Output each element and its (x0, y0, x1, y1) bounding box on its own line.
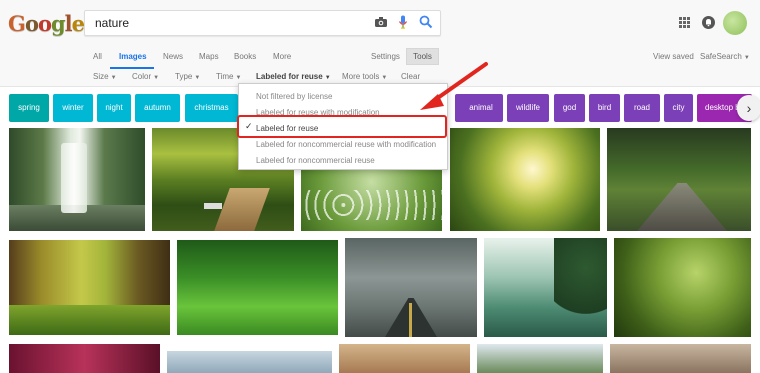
filter-label: Labeled for reuse (256, 72, 323, 81)
active-tab-indicator (110, 67, 154, 69)
filter-usage-rights[interactable]: Labeled for reuse ▼ (256, 72, 331, 81)
image-result-pine-trees[interactable] (477, 344, 603, 373)
safesearch-menu[interactable]: SafeSearch ▼ (700, 52, 750, 61)
filter-label: Size (93, 72, 109, 81)
view-saved-link[interactable]: View saved (653, 52, 694, 61)
filter-label: More tools (342, 72, 380, 81)
annotation-arrow-icon (420, 62, 488, 110)
checkmark-icon: ✓ (245, 121, 253, 131)
chip-god[interactable]: god (554, 94, 585, 122)
search-input[interactable]: nature (95, 11, 129, 35)
settings-link[interactable]: Settings (371, 52, 400, 61)
filter-color[interactable]: Color ▼ (132, 72, 159, 81)
menu-item-noncommercial-reuse[interactable]: Labeled for noncommercial reuse (256, 156, 375, 165)
caret-down-icon: ▼ (153, 75, 160, 81)
chip-road[interactable]: road (624, 94, 660, 122)
caret-down-icon: ▼ (324, 75, 331, 81)
caret-down-icon: ▼ (194, 75, 201, 81)
caret-down-icon: ▼ (743, 55, 750, 61)
chip-city[interactable]: city (664, 94, 693, 122)
chevron-right-icon[interactable]: › (737, 95, 760, 121)
filter-more-tools[interactable]: More tools ▼ (342, 72, 387, 81)
image-result-sunset-clouds[interactable] (339, 344, 470, 373)
image-result-pine-forest[interactable] (9, 240, 170, 335)
chip-night[interactable]: night (97, 94, 131, 122)
tab-news[interactable]: News (163, 52, 183, 61)
chip-autumn[interactable]: autumn (135, 94, 180, 122)
notifications-bell-icon[interactable] (702, 16, 715, 29)
search-icon[interactable] (419, 15, 433, 29)
google-doodle-logo[interactable]: Google (8, 11, 85, 36)
apps-grid-icon[interactable] (679, 17, 690, 28)
chip-wildlife[interactable]: wildlife (507, 94, 549, 122)
image-result-green-park[interactable] (177, 240, 338, 335)
filter-type[interactable]: Type ▼ (175, 72, 200, 81)
filter-label: Type (175, 72, 193, 81)
image-result-moss-closeup[interactable] (614, 238, 751, 337)
chip-christmas[interactable]: christmas (185, 94, 238, 122)
search-box[interactable]: nature (84, 10, 441, 36)
image-result-waterfall[interactable] (9, 128, 145, 231)
filter-size[interactable]: Size ▼ (93, 72, 117, 81)
filter-time[interactable]: Time ▼ (216, 72, 241, 81)
image-result-misty-road[interactable] (345, 238, 477, 337)
avatar[interactable] (723, 11, 747, 35)
image-result-autumn-landscape[interactable] (610, 344, 751, 373)
image-result-palm-beach[interactable] (484, 238, 607, 337)
chip-spring[interactable]: spring (9, 94, 49, 122)
image-result-daisy-field[interactable] (301, 170, 442, 231)
caret-down-icon: ▼ (235, 75, 242, 81)
filter-label: Time (216, 72, 234, 81)
menu-item-not-filtered[interactable]: Not filtered by license (256, 92, 332, 101)
chip-winter[interactable]: winter (53, 94, 93, 122)
image-result-red-flowers[interactable] (9, 344, 160, 373)
safesearch-label: SafeSearch (700, 52, 742, 61)
chip-bird[interactable]: bird (589, 94, 620, 122)
caret-down-icon: ▼ (110, 75, 117, 81)
tab-books[interactable]: Books (234, 52, 256, 61)
header-bar: Google nature All Images News Maps Books… (0, 0, 760, 87)
menu-item-noncommercial-reuse-with-modification[interactable]: Labeled for noncommercial reuse with mod… (256, 140, 436, 149)
image-result-mountain-sky[interactable] (167, 351, 332, 373)
image-result-sunlit-forest[interactable] (450, 128, 600, 231)
filter-label: Color (132, 72, 152, 81)
caret-down-icon: ▼ (381, 75, 388, 81)
tab-more[interactable]: More (273, 52, 291, 61)
selection-highlight-box: ✓ (237, 115, 447, 138)
tab-all[interactable]: All (93, 52, 102, 61)
tab-images[interactable]: Images (119, 52, 147, 61)
image-result-railway-track[interactable] (607, 128, 751, 231)
tab-maps[interactable]: Maps (199, 52, 219, 61)
camera-icon[interactable] (374, 15, 388, 29)
microphone-icon[interactable] (398, 15, 408, 30)
